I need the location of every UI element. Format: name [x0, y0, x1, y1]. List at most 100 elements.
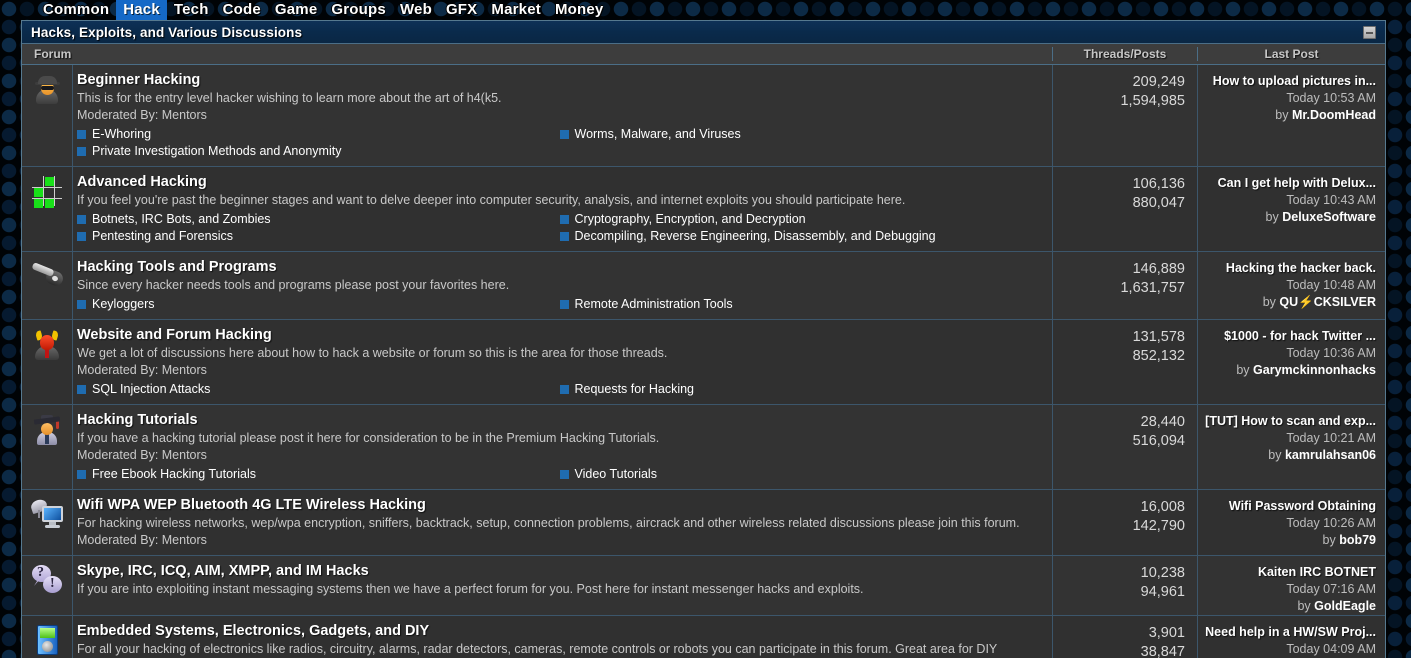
threads-posts-cell: 10,23894,961 — [1052, 556, 1197, 615]
subforum-link[interactable]: Botnets, IRC Bots, and Zombies — [77, 211, 560, 228]
tab-tech[interactable]: Tech — [167, 0, 216, 20]
tab-hack[interactable]: Hack — [116, 0, 167, 20]
last-post-title-link[interactable]: How to upload pictures in... — [1202, 73, 1376, 90]
last-post-title-link[interactable]: Wifi Password Obtaining — [1202, 498, 1376, 515]
thread-count: 209,249 — [1053, 73, 1185, 92]
subforum-marker-icon — [560, 130, 569, 139]
last-post-time: Today 10:53 AM — [1202, 90, 1376, 107]
forum-title-link[interactable]: Embedded Systems, Electronics, Gadgets, … — [77, 622, 429, 640]
forum-title-link[interactable]: Hacking Tools and Programs — [77, 258, 277, 276]
subforum-label: SQL Injection Attacks — [92, 381, 210, 398]
forum-icon-cell — [22, 405, 72, 489]
forum-description: If you have a hacking tutorial please po… — [77, 429, 1042, 447]
graduate-avatar-icon — [30, 412, 64, 446]
last-post-title-link[interactable]: Can I get help with Delux... — [1202, 175, 1376, 192]
threads-posts-cell: 146,8891,631,757 — [1052, 252, 1197, 319]
subforum-list: E-WhoringWorms, Malware, and Viruses Priv… — [77, 124, 1042, 160]
forum-info-cell: Beginner HackingThis is for the entry le… — [72, 65, 1052, 166]
last-post-author-link[interactable]: GoldEagle — [1314, 599, 1376, 613]
last-post-time: Today 10:43 AM — [1202, 192, 1376, 209]
forum-row: Hacking Tools and ProgramsSince every ha… — [22, 252, 1385, 320]
last-post-cell: Need help in a HW/SW Proj...Today 04:09 … — [1197, 616, 1385, 658]
subforum-link[interactable]: Worms, Malware, and Viruses — [560, 126, 1043, 143]
subforum-list: Free Ebook Hacking Tutorials Video Tutori… — [77, 464, 1042, 483]
last-post-author-line: by Mr.DoomHead — [1202, 107, 1376, 124]
forum-icon-cell — [22, 616, 72, 658]
threads-posts-cell: 16,008142,790 — [1052, 490, 1197, 555]
forum-info-cell: Website and Forum HackingWe get a lot of… — [72, 320, 1052, 404]
post-count: 142,790 — [1053, 517, 1185, 536]
last-post-title-link[interactable]: Need help in a HW/SW Proj... — [1202, 624, 1376, 641]
subforum-marker-icon — [560, 232, 569, 241]
subforum-marker-icon — [77, 215, 86, 224]
forum-title-link[interactable]: Wifi WPA WEP Bluetooth 4G LTE Wireless H… — [77, 496, 426, 514]
last-post-author-link[interactable]: Garymckinnonhacks — [1253, 363, 1376, 377]
subforum-link[interactable]: SQL Injection Attacks — [77, 381, 560, 398]
subforum-link[interactable]: Keyloggers — [77, 296, 560, 313]
by-label: by — [1266, 210, 1283, 224]
subforum-label: Botnets, IRC Bots, and Zombies — [92, 211, 271, 228]
forum-title-link[interactable]: Website and Forum Hacking — [77, 326, 272, 344]
forum-description: For all your hacking of electronics like… — [77, 640, 1042, 658]
tab-game[interactable]: Game — [268, 0, 325, 20]
forum-icon-cell — [22, 65, 72, 166]
last-post-author-line: by bob79 — [1202, 532, 1376, 549]
subforum-link[interactable]: Free Ebook Hacking Tutorials — [77, 466, 560, 483]
last-post-cell: $1000 - for hack Twitter ...Today 10:36 … — [1197, 320, 1385, 404]
column-header-last-post: Last Post — [1197, 47, 1385, 61]
subforum-link[interactable]: Cryptography, Encryption, and Decryption — [560, 211, 1043, 228]
subforum-link[interactable]: Remote Administration Tools — [560, 296, 1043, 313]
tab-market[interactable]: Market — [484, 0, 548, 20]
forum-title-link[interactable]: Advanced Hacking — [77, 173, 207, 191]
threads-posts-cell: 131,578852,132 — [1052, 320, 1197, 404]
last-post-author-link[interactable]: kamrulahsan06 — [1285, 448, 1376, 462]
subforum-link[interactable]: Video Tutorials — [560, 466, 1043, 483]
last-post-author-link[interactable]: QU⚡CKSILVER — [1279, 295, 1376, 309]
subforum-label: Private Investigation Methods and Anonym… — [92, 143, 341, 160]
last-post-author-link[interactable]: bob79 — [1339, 533, 1376, 547]
tab-code[interactable]: Code — [216, 0, 268, 20]
forum-row: Hacking TutorialsIf you have a hacking t… — [22, 405, 1385, 490]
subforum-label: Cryptography, Encryption, and Decryption — [575, 211, 806, 228]
subforum-label: Requests for Hacking — [575, 381, 695, 398]
subforum-list: Botnets, IRC Bots, and Zombies Cryptograp… — [77, 209, 1042, 245]
forum-description: If you feel you're past the beginner sta… — [77, 191, 1042, 209]
forum-title-link[interactable]: Skype, IRC, ICQ, AIM, XMPP, and IM Hacks — [77, 562, 369, 580]
subforum-label: Remote Administration Tools — [575, 296, 733, 313]
last-post-author-link[interactable]: DeluxeSoftware — [1282, 210, 1376, 224]
tab-web[interactable]: Web — [393, 0, 439, 20]
subforum-link[interactable]: Decompiling, Reverse Engineering, Disass… — [560, 228, 1043, 245]
post-count: 1,631,757 — [1053, 279, 1185, 298]
subforum-label: Free Ebook Hacking Tutorials — [92, 466, 256, 483]
forum-title-link[interactable]: Hacking Tutorials — [77, 411, 198, 429]
subforum-link[interactable]: Pentesting and Forensics — [77, 228, 560, 245]
last-post-author-line: by Garymckinnonhacks — [1202, 362, 1376, 379]
subforum-link[interactable]: E-Whoring — [77, 126, 560, 143]
last-post-title-link[interactable]: Hacking the hacker back. — [1202, 260, 1376, 277]
last-post-title-link[interactable]: $1000 - for hack Twitter ... — [1202, 328, 1376, 345]
subforum-label: Video Tutorials — [575, 466, 657, 483]
last-post-title-link[interactable]: Kaiten IRC BOTNET — [1202, 564, 1376, 581]
by-label: by — [1263, 295, 1280, 309]
subforum-link[interactable]: Requests for Hacking — [560, 381, 1043, 398]
column-header-threads-posts: Threads/Posts — [1052, 47, 1197, 61]
tab-groups[interactable]: Groups — [324, 0, 393, 20]
forum-info-cell: Skype, IRC, ICQ, AIM, XMPP, and IM Hacks… — [72, 556, 1052, 615]
last-post-author-line: by DeluxeSoftware — [1202, 209, 1376, 226]
tab-gfx[interactable]: GFX — [439, 0, 484, 20]
forum-row: Beginner HackingThis is for the entry le… — [22, 65, 1385, 167]
tab-common[interactable]: Common — [36, 0, 116, 20]
threads-posts-cell: 106,136880,047 — [1052, 167, 1197, 251]
forum-row: ?!Skype, IRC, ICQ, AIM, XMPP, and IM Hac… — [22, 556, 1385, 616]
forum-moderators: Moderated By: Mentors — [77, 447, 1042, 464]
last-post-title-link[interactable]: [TUT] How to scan and exp... — [1202, 413, 1376, 430]
wifi-monitor-icon — [30, 497, 64, 531]
subforum-link[interactable]: Private Investigation Methods and Anonym… — [77, 143, 560, 160]
forum-title-link[interactable]: Beginner Hacking — [77, 71, 200, 89]
last-post-cell: Hacking the hacker back.Today 10:48 AMby… — [1197, 252, 1385, 319]
tab-money[interactable]: Money — [548, 0, 611, 20]
forum-description: Since every hacker needs tools and progr… — [77, 276, 1042, 294]
forum-moderators: Moderated By: Mentors — [77, 107, 1042, 124]
collapse-icon[interactable] — [1363, 26, 1376, 39]
last-post-author-link[interactable]: Mr.DoomHead — [1292, 108, 1376, 122]
